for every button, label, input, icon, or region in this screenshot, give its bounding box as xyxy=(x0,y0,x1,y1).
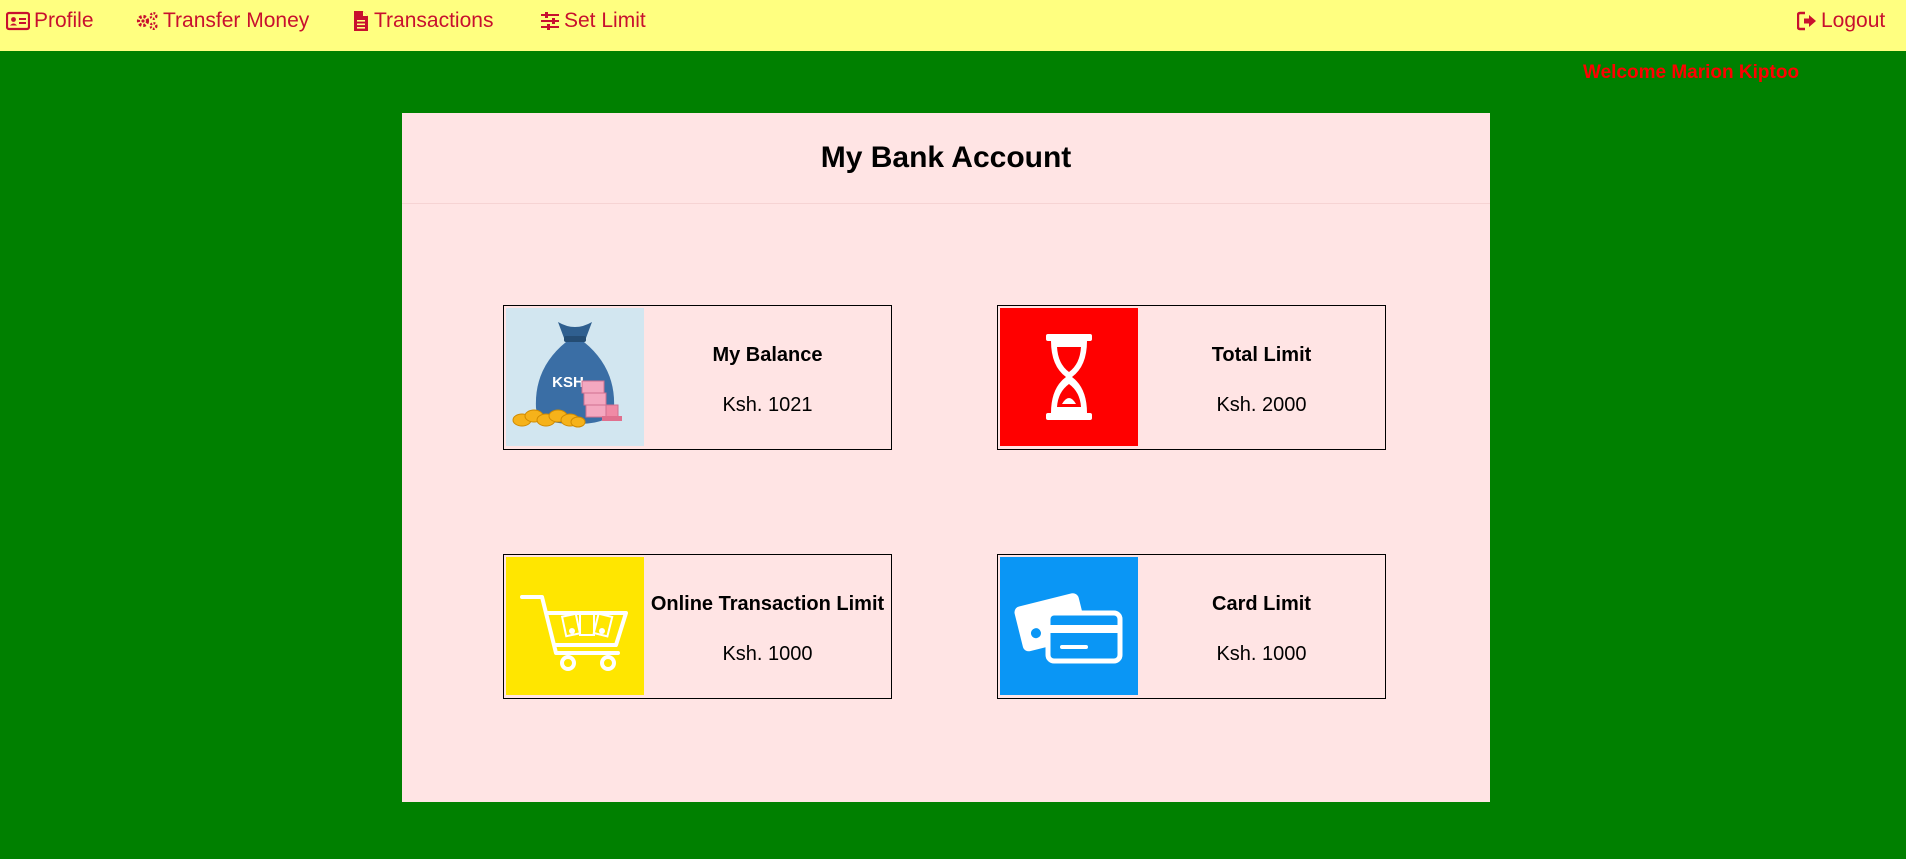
online-transaction-limit-card: Online Transaction Limit Ksh. 1000 xyxy=(503,554,892,699)
id-card-icon xyxy=(6,11,30,31)
money-bag-icon: KSH xyxy=(506,308,644,446)
welcome-message: Welcome Marion Kiptoo xyxy=(1583,62,1800,83)
nav-logout-link[interactable]: Logout xyxy=(1797,0,1885,42)
balance-value: Ksh. 1021 xyxy=(722,394,813,416)
nav-profile-link[interactable]: Profile xyxy=(6,0,94,42)
nav-set-limit-label: Set Limit xyxy=(564,9,646,32)
card-limit-card: Card Limit Ksh. 1000 xyxy=(997,554,1386,699)
online-transaction-limit-title: Online Transaction Limit xyxy=(650,593,885,615)
balance-card: KSH My Balance Ksh. 1021 xyxy=(503,305,892,450)
nav-transactions-link[interactable]: Transactions xyxy=(352,0,493,42)
sliders-icon xyxy=(540,11,560,31)
card-limit-value: Ksh. 1000 xyxy=(1216,643,1307,665)
bank-account-panel: My Bank Account KSH My Balance Ksh. 1021… xyxy=(402,113,1490,802)
total-limit-title: Total Limit xyxy=(1211,344,1312,366)
sign-out-icon xyxy=(1797,11,1817,31)
nav-transfer-money-link[interactable]: Transfer Money xyxy=(135,0,309,42)
shopping-cart-icon xyxy=(506,557,644,695)
online-transaction-limit-value: Ksh. 1000 xyxy=(722,643,813,665)
top-nav-bar: Profile Transfer Money Transactions Set … xyxy=(0,0,1906,51)
panel-divider xyxy=(402,203,1490,204)
document-icon xyxy=(352,10,370,32)
nav-set-limit-link[interactable]: Set Limit xyxy=(540,0,646,42)
credit-cards-icon xyxy=(1000,557,1138,695)
nav-transfer-money-label: Transfer Money xyxy=(163,9,310,32)
nav-transactions-label: Transactions xyxy=(374,9,494,32)
card-limit-title: Card Limit xyxy=(1212,593,1311,615)
gears-icon xyxy=(135,11,159,31)
nav-profile-label: Profile xyxy=(34,9,94,32)
balance-title: My Balance xyxy=(712,344,823,366)
panel-title: My Bank Account xyxy=(820,141,1072,174)
nav-logout-label: Logout xyxy=(1821,9,1886,32)
total-limit-card: Total Limit Ksh. 2000 xyxy=(997,305,1386,450)
total-limit-value: Ksh. 2000 xyxy=(1216,394,1307,416)
hourglass-icon xyxy=(1000,308,1138,446)
svg-text:KSH: KSH xyxy=(552,374,584,391)
